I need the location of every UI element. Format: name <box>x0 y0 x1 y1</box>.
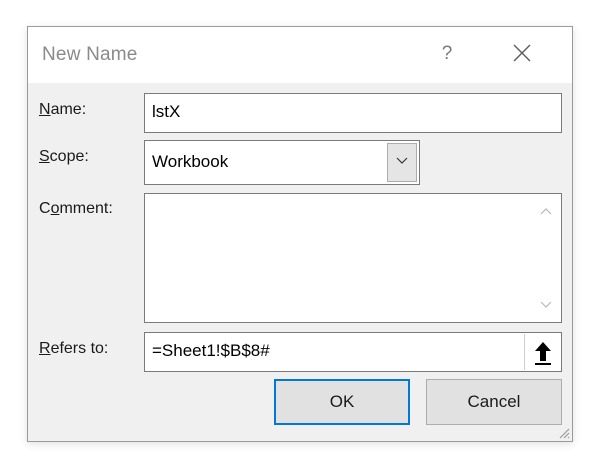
dialog-title: New Name <box>42 44 138 65</box>
help-button[interactable]: ? <box>430 39 464 69</box>
ok-button[interactable]: OK <box>274 379 410 425</box>
name-label: Name: <box>39 101 87 118</box>
close-button[interactable] <box>502 39 542 71</box>
refers-to-input[interactable]: =Sheet1!$B$8# <box>144 332 562 372</box>
new-name-dialog: New Name ? Name: lstX Scope: Workbook Co… <box>27 26 573 442</box>
refers-to-value: =Sheet1!$B$8# <box>152 341 270 360</box>
cancel-button[interactable]: Cancel <box>426 379 562 425</box>
help-icon: ? <box>441 43 453 64</box>
scope-dropdown-button[interactable] <box>387 143 417 182</box>
scroll-down-icon[interactable] <box>540 301 552 309</box>
scope-select[interactable]: Workbook <box>144 140 420 185</box>
name-input[interactable]: lstX <box>144 93 562 133</box>
refers-to-label: Refers to: <box>39 340 109 357</box>
title-bar: New Name ? <box>28 27 572 83</box>
comment-textarea[interactable] <box>144 193 562 323</box>
chevron-down-icon <box>396 157 408 164</box>
scope-label: Scope: <box>39 148 89 165</box>
scroll-up-icon[interactable] <box>540 207 552 215</box>
comment-scrollbar[interactable] <box>532 195 560 321</box>
collapse-dialog-button[interactable] <box>524 334 560 370</box>
close-icon <box>513 44 531 62</box>
scope-select-value: Workbook <box>152 152 229 171</box>
arrow-up-icon <box>534 342 551 365</box>
name-input-value: lstX <box>152 102 181 121</box>
comment-label: Comment: <box>39 200 113 217</box>
resize-grip-icon[interactable] <box>556 425 570 439</box>
